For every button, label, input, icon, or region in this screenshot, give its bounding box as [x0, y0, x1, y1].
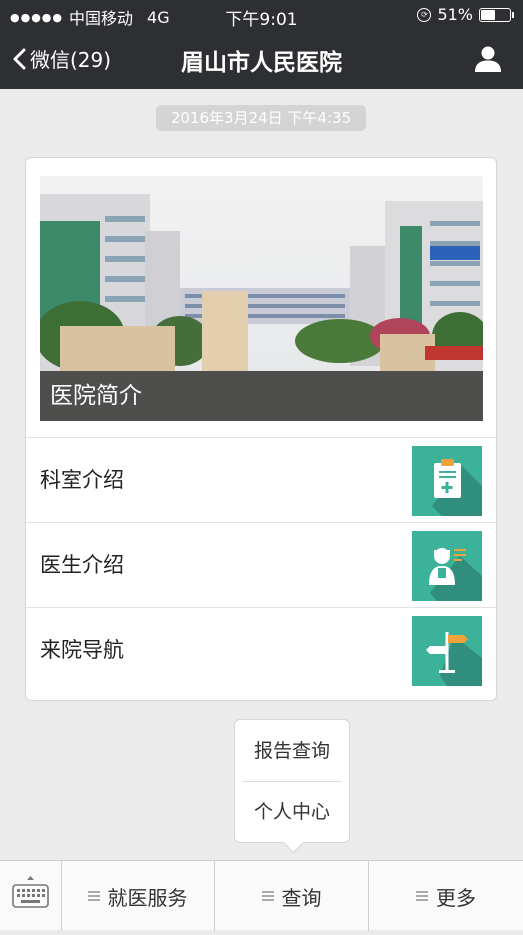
tab-label: 更多 [436, 885, 476, 910]
rotation-lock-icon: ⟳ [417, 7, 432, 22]
tab-label: 就医服务 [107, 885, 188, 910]
menu-row-departments[interactable]: 科室介绍 [26, 437, 496, 523]
row-label: 来院导航 [40, 638, 124, 662]
profile-icon[interactable] [473, 44, 503, 74]
menu-row-doctors[interactable]: 医生介绍 [26, 522, 496, 608]
signpost-icon [412, 616, 482, 686]
tab-medical-services[interactable]: 就医服务 [61, 861, 215, 931]
tab-query[interactable]: 查询 [215, 861, 369, 931]
navigation-bar: 微信(29) 眉山市人民医院 [0, 30, 523, 89]
menu-row-navigation[interactable]: 来院导航 [26, 607, 496, 693]
hero-article[interactable]: 医院简介 [40, 176, 483, 421]
battery-percent: 51% [437, 5, 473, 24]
back-button[interactable]: 微信(29) [12, 44, 111, 73]
back-label: 微信(29) [30, 48, 112, 72]
hero-caption: 医院简介 [40, 371, 483, 421]
tab-more[interactable]: 更多 [369, 861, 523, 931]
doctor-icon [412, 531, 482, 601]
battery-icon [479, 7, 514, 22]
message-timestamp: 2016年3月24日 下午4:35 [156, 105, 366, 131]
menu-icon [416, 891, 428, 901]
menu-icon [87, 891, 100, 901]
keyboard-icon [12, 876, 49, 908]
status-bar: ●●●●● 中国移动 4G 下午9:01 ⟳ 51% [0, 0, 523, 30]
menu-bar: 就医服务 查询 更多 [0, 860, 523, 931]
submenu-popup: 报告查询 个人中心 [234, 719, 350, 854]
row-label: 科室介绍 [40, 468, 124, 492]
menu-icon [261, 891, 274, 901]
submenu-item-report-query[interactable]: 报告查询 [235, 721, 349, 781]
tab-label: 查询 [281, 885, 322, 910]
row-label: 医生介绍 [40, 553, 124, 577]
article-card: 医院简介 科室介绍 医生介绍 来院导航 [25, 157, 497, 701]
chevron-left-icon [13, 48, 26, 69]
clipboard-medical-icon [412, 446, 482, 516]
keyboard-toggle-button[interactable] [0, 861, 62, 931]
